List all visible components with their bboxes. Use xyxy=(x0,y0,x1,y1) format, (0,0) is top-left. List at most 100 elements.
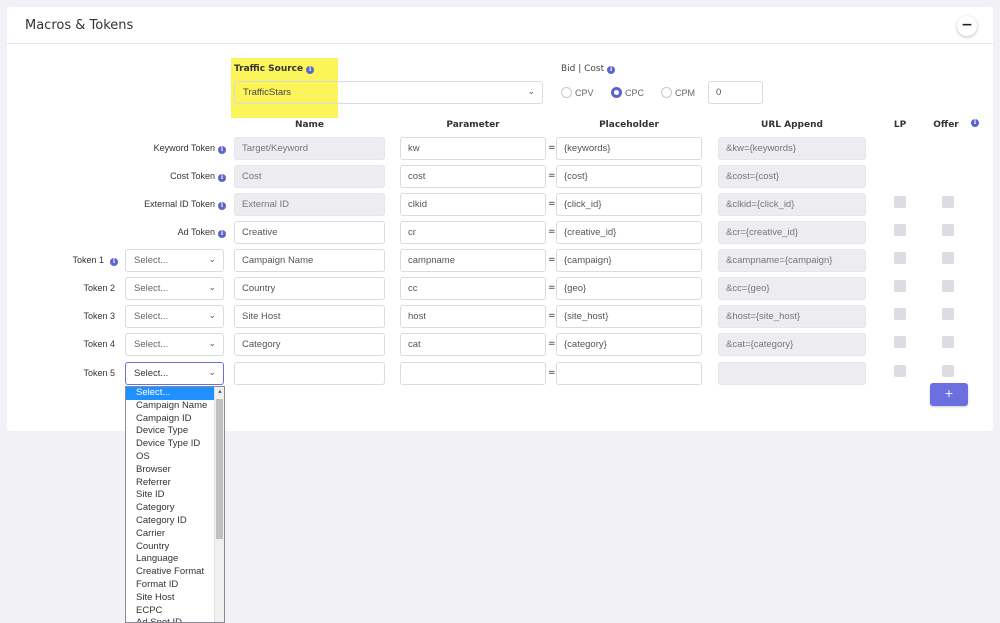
dropdown-option[interactable]: Browser xyxy=(126,464,224,477)
token-url-append-field: &cost={cost} xyxy=(718,165,866,188)
dropdown-option[interactable]: Site Host xyxy=(126,592,224,605)
dropdown-option[interactable]: Device Type xyxy=(126,425,224,438)
dropdown-option[interactable]: Country xyxy=(126,541,224,554)
dropdown-option[interactable]: Select... xyxy=(126,387,224,400)
dropdown-option[interactable]: OS xyxy=(126,451,224,464)
bid-option-cpm[interactable]: CPM xyxy=(661,87,695,98)
equals-sign: = xyxy=(548,143,556,153)
add-token-button[interactable]: + xyxy=(930,383,968,406)
token-placeholder-input[interactable]: {campaign} xyxy=(556,249,702,272)
lp-checkbox[interactable] xyxy=(894,280,906,292)
radio-icon xyxy=(661,87,672,98)
lp-checkbox[interactable] xyxy=(894,308,906,320)
token-parameter-input[interactable]: campname xyxy=(400,249,546,272)
dropdown-option[interactable]: Campaign ID xyxy=(126,413,224,426)
token-placeholder-input[interactable]: {keywords} xyxy=(556,137,702,160)
bid-amount-input[interactable]: 0 xyxy=(708,81,763,104)
bid-option-cpv[interactable]: CPV xyxy=(561,87,594,98)
token-placeholder-input[interactable] xyxy=(556,362,702,385)
chevron-down-icon: ⌄ xyxy=(208,282,216,292)
bid-option-cpc[interactable]: CPC xyxy=(611,87,644,98)
info-icon: i xyxy=(218,202,226,210)
token-parameter-input[interactable] xyxy=(400,362,546,385)
dropdown-option[interactable]: Language xyxy=(126,553,224,566)
offer-checkbox[interactable] xyxy=(942,308,954,320)
column-header-url-append: URL Append xyxy=(761,120,823,130)
token-placeholder-input[interactable]: {category} xyxy=(556,333,702,356)
offer-checkbox[interactable] xyxy=(942,196,954,208)
info-icon: i xyxy=(607,66,616,74)
dropdown-option[interactable]: Campaign Name xyxy=(126,400,224,413)
token-row-label: Keyword Token i xyxy=(110,143,226,154)
token-parameter-input[interactable]: cr xyxy=(400,221,546,244)
offer-checkbox[interactable] xyxy=(942,365,954,377)
dropdown-option[interactable]: Creative Format xyxy=(126,566,224,579)
dropdown-option[interactable]: Carrier xyxy=(126,528,224,541)
token-parameter-input[interactable]: host xyxy=(400,305,546,328)
token-name-input[interactable] xyxy=(234,362,385,385)
token-type-select[interactable]: Select... ⌄ xyxy=(125,249,224,272)
lp-checkbox[interactable] xyxy=(894,224,906,236)
token-parameter-input[interactable]: cat xyxy=(400,333,546,356)
dropdown-scrollbar[interactable]: ▲ xyxy=(214,387,224,622)
offer-checkbox[interactable] xyxy=(942,336,954,348)
column-header-placeholder: Placeholder xyxy=(599,120,659,130)
equals-sign: = xyxy=(548,283,556,293)
token-parameter-input[interactable]: cost xyxy=(400,165,546,188)
radio-icon xyxy=(561,87,572,98)
token-parameter-input[interactable]: kw xyxy=(400,137,546,160)
dropdown-option[interactable]: Category xyxy=(126,502,224,515)
dropdown-option[interactable]: Category ID xyxy=(126,515,224,528)
token-name-input[interactable]: Site Host xyxy=(234,305,385,328)
equals-sign: = xyxy=(548,199,556,209)
token-name-input[interactable]: Campaign Name xyxy=(234,249,385,272)
info-icon: i xyxy=(218,230,226,238)
offer-checkbox[interactable] xyxy=(942,224,954,236)
dropdown-option[interactable]: Site ID xyxy=(126,489,224,502)
chevron-down-icon: ⌄ xyxy=(527,86,535,96)
scroll-up-arrow-icon[interactable]: ▲ xyxy=(217,389,223,395)
token-placeholder-input[interactable]: {cost} xyxy=(556,165,702,188)
column-header-offer: Offer xyxy=(933,120,959,130)
lp-checkbox[interactable] xyxy=(894,336,906,348)
token-name-input[interactable]: Creative xyxy=(234,221,385,244)
offer-checkbox[interactable] xyxy=(942,252,954,264)
token-row-label: Cost Token i xyxy=(110,171,226,182)
collapse-button[interactable]: − xyxy=(957,16,977,36)
token-name-field: Target/Keyword xyxy=(234,137,385,160)
token-row-label: Token 1i xyxy=(40,255,118,266)
info-icon: i xyxy=(218,174,226,182)
equals-sign: = xyxy=(548,227,556,237)
token-placeholder-input[interactable]: {site_host} xyxy=(556,305,702,328)
bid-cost-label: Bid | Cost i xyxy=(561,64,616,74)
equals-sign: = xyxy=(548,339,556,349)
token-type-select[interactable]: Select... ⌄ xyxy=(125,277,224,300)
lp-checkbox[interactable] xyxy=(894,196,906,208)
token-url-append-field: &kw={keywords} xyxy=(718,137,866,160)
column-header-name: Name xyxy=(294,120,325,130)
dropdown-option[interactable]: Ad Spot ID xyxy=(126,617,224,622)
token-type-select[interactable]: Select... ⌄ xyxy=(125,362,224,385)
dropdown-option[interactable]: Format ID xyxy=(126,579,224,592)
token-url-append-field: &host={site_host} xyxy=(718,305,866,328)
scrollbar-thumb[interactable] xyxy=(216,399,223,539)
token-placeholder-input[interactable]: {click_id} xyxy=(556,193,702,216)
traffic-source-select[interactable]: TrafficStars ⌄ xyxy=(234,81,543,104)
dropdown-option[interactable]: Referrer xyxy=(126,477,224,490)
lp-checkbox[interactable] xyxy=(894,365,906,377)
token-type-dropdown-list[interactable]: Select... Campaign Name Campaign ID Device … xyxy=(125,386,225,623)
offer-checkbox[interactable] xyxy=(942,280,954,292)
dropdown-option[interactable]: ECPC xyxy=(126,605,224,618)
token-parameter-input[interactable]: clkid xyxy=(400,193,546,216)
token-name-input[interactable]: Category xyxy=(234,333,385,356)
token-placeholder-input[interactable]: {geo} xyxy=(556,277,702,300)
token-name-input[interactable]: Country xyxy=(234,277,385,300)
token-placeholder-input[interactable]: {creative_id} xyxy=(556,221,702,244)
token-type-select[interactable]: Select... ⌄ xyxy=(125,305,224,328)
lp-checkbox[interactable] xyxy=(894,252,906,264)
dropdown-option[interactable]: Device Type ID xyxy=(126,438,224,451)
token-url-append-field xyxy=(718,362,866,385)
token-parameter-input[interactable]: cc xyxy=(400,277,546,300)
token-type-select[interactable]: Select... ⌄ xyxy=(125,333,224,356)
chevron-down-icon: ⌄ xyxy=(208,310,216,320)
